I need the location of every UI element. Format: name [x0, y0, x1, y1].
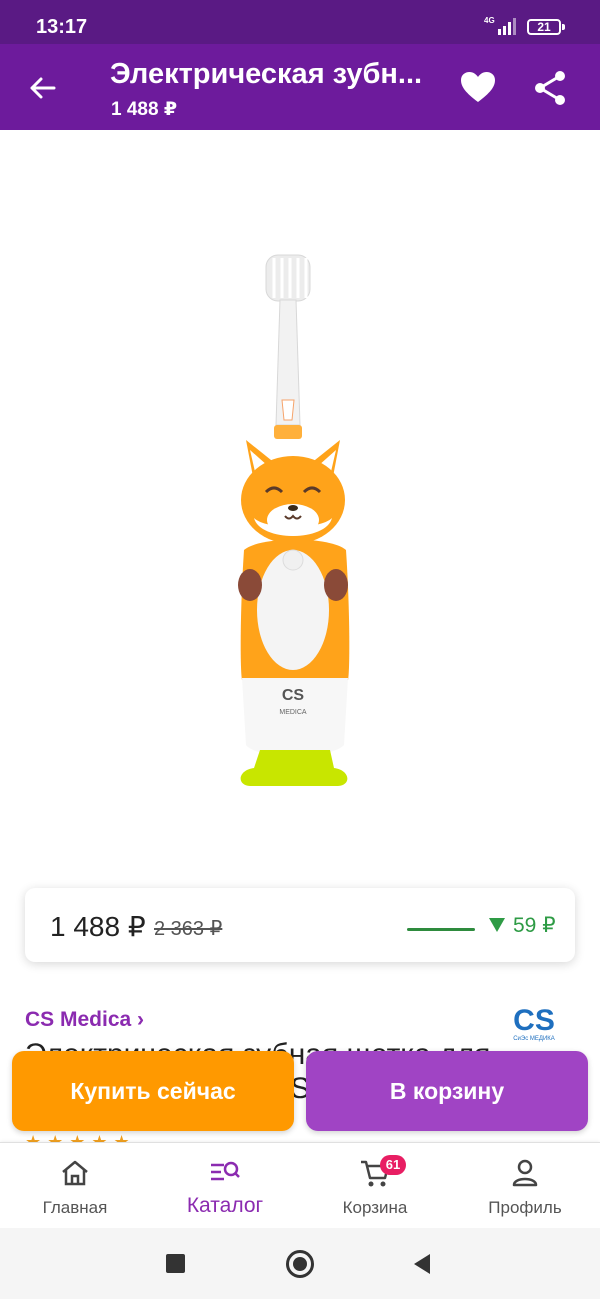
product-image[interactable]: CS MEDICA: [230, 250, 360, 795]
add-to-cart-button[interactable]: В корзину: [306, 1051, 588, 1131]
system-navigation: [0, 1228, 600, 1299]
nav-item-cart[interactable]: 61 Корзина: [300, 1143, 450, 1229]
recents-button[interactable]: [166, 1254, 185, 1273]
price-down-icon: [489, 918, 505, 932]
heart-icon[interactable]: [458, 68, 498, 108]
app-screen: 13:17 4G 21 Электрическая зубн... 1 488 …: [0, 0, 600, 1299]
network-type: 4G: [484, 16, 495, 25]
nav-label-cart: Корзина: [342, 1198, 408, 1217]
buy-now-button[interactable]: Купить сейчас: [12, 1051, 294, 1131]
nav-label-profile: Профиль: [488, 1198, 562, 1217]
status-bar: 13:17 4G 21: [0, 0, 600, 44]
nav-label-catalog: Каталог: [186, 1194, 264, 1217]
bottom-navigation: Главная Каталог 61 Корзина Профиль: [0, 1142, 600, 1228]
back-arrow-icon[interactable]: [22, 68, 62, 108]
catalog-search-icon: [211, 1161, 240, 1181]
buy-now-label: Купить сейчас: [70, 1077, 236, 1104]
nav-item-catalog[interactable]: Каталог: [150, 1143, 300, 1229]
header-price: 1 488 ₽: [111, 99, 178, 120]
nav-item-profile[interactable]: Профиль: [450, 1143, 600, 1229]
current-price: 1 488 ₽: [50, 911, 146, 942]
battery-tip: [562, 24, 565, 30]
home-button[interactable]: [286, 1250, 314, 1278]
home-icon: [62, 1160, 88, 1186]
back-button[interactable]: [412, 1253, 432, 1275]
price-card: 1 488 ₽ 2 363 ₽ 59 ₽: [25, 888, 575, 962]
brush-brand-text: CS: [282, 687, 305, 704]
nav-item-home[interactable]: Главная: [0, 1143, 150, 1229]
profile-icon: [512, 1159, 538, 1187]
brush-brand-sub: MEDICA: [279, 709, 307, 716]
header-title: Электрическая зубн...: [110, 58, 423, 90]
cart-count-badge: 61: [380, 1155, 406, 1175]
brand-logo-text: CS: [513, 1004, 555, 1037]
price-history-line[interactable]: [407, 928, 475, 931]
status-time: 13:17: [36, 16, 88, 38]
battery-level: 21: [537, 20, 551, 34]
share-icon[interactable]: [530, 68, 570, 108]
nav-label-home: Главная: [42, 1198, 108, 1217]
brand-logo[interactable]: CS СиЭс МЕДИКА: [508, 1002, 560, 1042]
add-to-cart-label: В корзину: [389, 1077, 505, 1104]
price-drop-value: 59 ₽: [513, 914, 556, 937]
app-header: Электрическая зубн... 1 488 ₽: [0, 44, 600, 130]
brand-link[interactable]: CS Medica ›: [25, 1008, 144, 1032]
signal-icon: [498, 18, 516, 35]
battery-icon: 21: [527, 19, 561, 35]
old-price: 2 363 ₽: [154, 918, 223, 940]
home-button-dot: [293, 1257, 307, 1271]
